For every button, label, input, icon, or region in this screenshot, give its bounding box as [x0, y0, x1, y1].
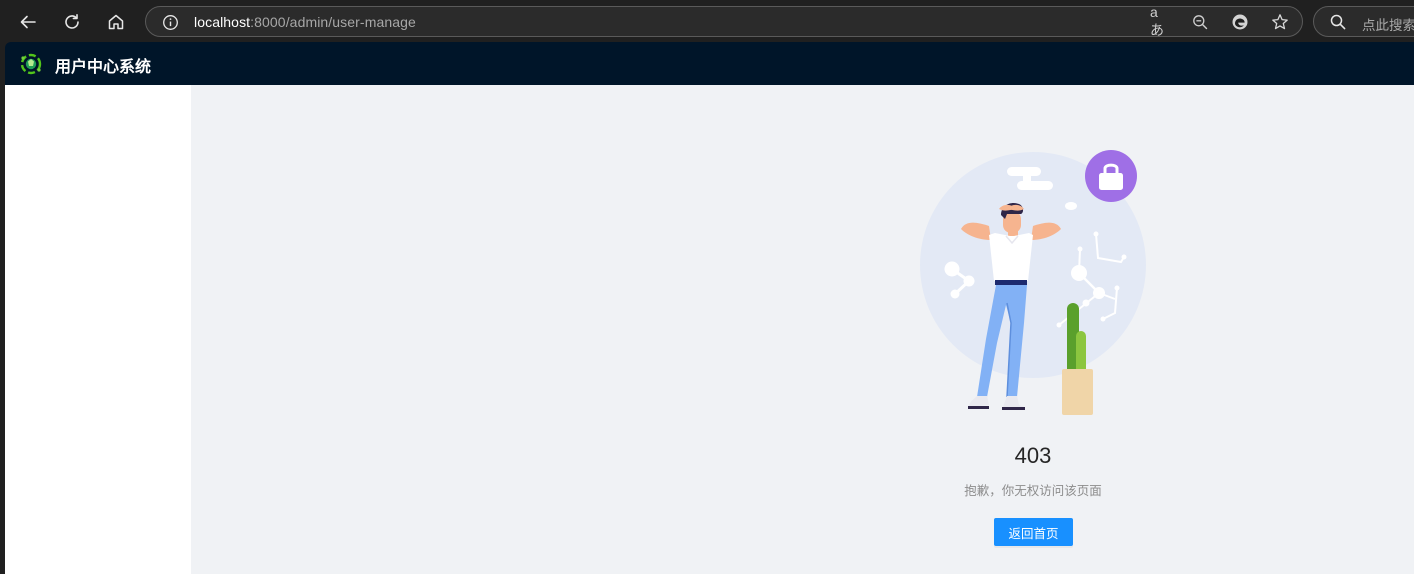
address-bar[interactable]: localhost:8000/admin/user-manage aあ [145, 4, 1303, 38]
app-title[interactable]: 用户中心系统 [55, 53, 151, 77]
browser-search-box[interactable]: 点此搜索 [1313, 6, 1414, 37]
home-icon [108, 14, 124, 30]
zoom-out-icon [1193, 15, 1208, 30]
edge-button[interactable] [1230, 12, 1250, 32]
edge-icon [1232, 14, 1248, 30]
search-placeholder: 点此搜索 [1362, 18, 1414, 33]
read-aloud-icon[interactable]: aあ [1150, 4, 1170, 38]
back-button[interactable] [12, 6, 44, 38]
sidebar [5, 85, 191, 574]
back-arrow-icon [20, 15, 36, 29]
result-status-title: 403 [1014, 443, 1052, 468]
favorite-button[interactable] [1270, 12, 1290, 32]
main-content: 403 抱歉，你无权访问该页面 返回首页 [191, 85, 1414, 574]
refresh-button[interactable] [56, 6, 88, 38]
home-button[interactable] [100, 6, 132, 38]
browser-toolbar: localhost:8000/admin/user-manage aあ 点此搜索 [0, 0, 1414, 42]
url-host: localhost [194, 14, 251, 30]
search-icon [1330, 14, 1346, 30]
zoom-out-button[interactable] [1190, 12, 1210, 32]
favorite-star-icon [1272, 14, 1288, 30]
forbidden-illustration [920, 150, 1146, 415]
app-logo-icon[interactable] [19, 52, 43, 76]
back-home-button[interactable]: 返回首页 [994, 518, 1073, 546]
app-header: 用户中心系统 [5, 42, 1414, 85]
result-subtitle: 抱歉，你无权访问该页面 [964, 484, 1102, 498]
url-path: :8000/admin/user-manage [250, 14, 416, 30]
refresh-icon [65, 14, 79, 29]
site-info-icon[interactable] [162, 14, 179, 31]
url-text[interactable]: localhost:8000/admin/user-manage [194, 14, 416, 30]
